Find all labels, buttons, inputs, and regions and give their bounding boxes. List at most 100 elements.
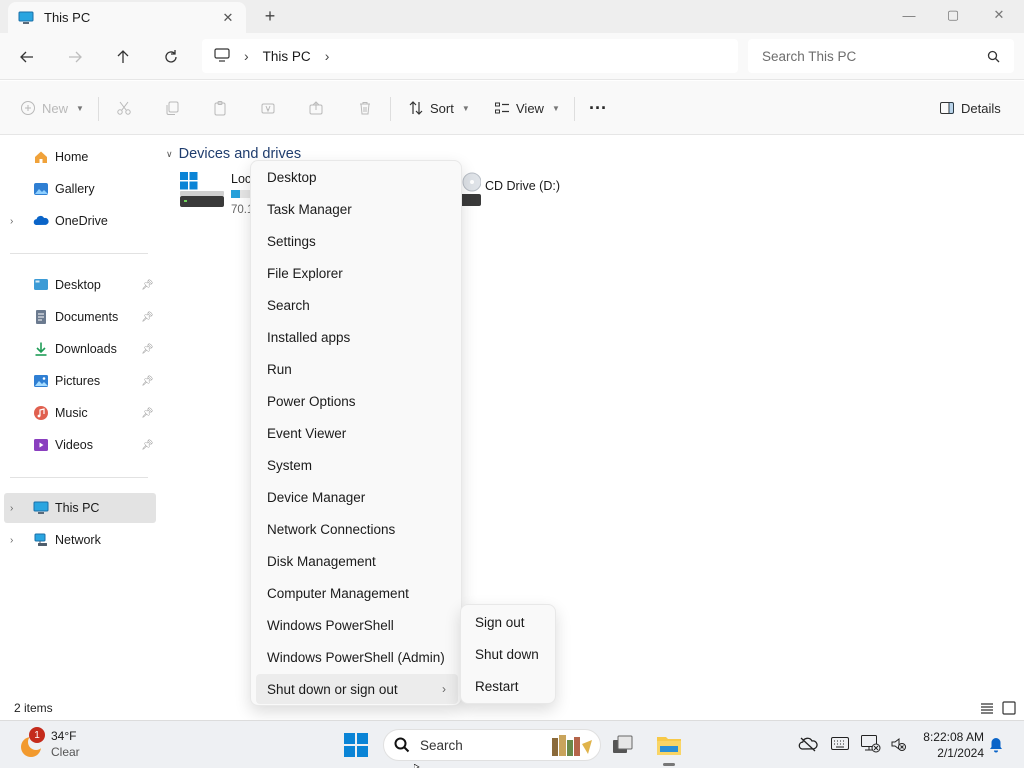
menu-item-installed-apps[interactable]: Installed apps: [256, 322, 458, 352]
tab-this-pc[interactable]: This PC ✕: [8, 2, 246, 33]
pin-icon[interactable]: 📌︎: [141, 376, 154, 387]
divider: [574, 97, 575, 121]
music-icon: [33, 405, 49, 421]
menu-item-windows-powershell-admin[interactable]: Windows PowerShell (Admin): [256, 642, 458, 672]
search-input[interactable]: Search This PC: [762, 49, 987, 64]
details-button[interactable]: Details: [939, 95, 1001, 121]
books-highlight-icon: [550, 732, 594, 761]
paste-button[interactable]: [212, 95, 228, 121]
menu-item-windows-powershell[interactable]: Windows PowerShell: [256, 610, 458, 640]
pin-icon[interactable]: 📌︎: [141, 280, 154, 291]
drive-local-disk[interactable]: Loc 70.1: [178, 170, 258, 218]
expand-chevron-icon[interactable]: ›: [10, 535, 22, 546]
sidebar-item-onedrive[interactable]: › OneDrive: [0, 206, 156, 236]
start-button[interactable]: [344, 733, 368, 760]
menu-item-shut-down[interactable]: Shut down: [466, 640, 552, 668]
menu-item-device-manager[interactable]: Device Manager: [256, 482, 458, 512]
menu-item-search[interactable]: Search: [256, 290, 458, 320]
breadcrumb-this-pc[interactable]: This PC: [263, 49, 311, 64]
menu-item-file-explorer[interactable]: File Explorer: [256, 258, 458, 288]
expand-chevron-icon[interactable]: ›: [10, 503, 22, 514]
sidebar-item-pictures[interactable]: Pictures 📌︎: [0, 366, 156, 396]
gallery-icon: [33, 181, 49, 197]
chevron-down-icon: ▼: [76, 103, 84, 113]
address-bar[interactable]: › This PC ›: [202, 39, 738, 73]
minimize-button[interactable]: —: [886, 0, 932, 30]
sidebar-item-documents[interactable]: Documents 📌︎: [0, 302, 156, 332]
expand-chevron-icon[interactable]: ›: [10, 216, 22, 227]
sidebar-item-videos[interactable]: Videos 📌︎: [0, 430, 156, 460]
weather-temp: 34°F: [51, 729, 77, 743]
forward-button[interactable]: [61, 43, 89, 71]
weather-widget[interactable]: 1 34°F Clear: [14, 727, 94, 763]
sort-button[interactable]: Sort ▼: [408, 95, 470, 121]
menu-item-desktop[interactable]: Desktop: [256, 162, 458, 192]
close-window-button[interactable]: ✕: [976, 0, 1022, 30]
maximize-button[interactable]: ▢: [930, 0, 976, 30]
rename-icon: [261, 103, 275, 114]
search-icon: [987, 50, 1000, 62]
breadcrumb-chevron-icon[interactable]: ›: [325, 48, 330, 64]
menu-item-run[interactable]: Run: [256, 354, 458, 384]
sort-icon: [409, 101, 423, 115]
menu-item-system[interactable]: System: [256, 450, 458, 480]
cd-drive-icon: [459, 172, 482, 209]
sidebar-item-gallery[interactable]: Gallery: [0, 174, 156, 204]
menu-item-restart[interactable]: Restart: [466, 672, 552, 700]
pin-icon[interactable]: 📌︎: [141, 408, 154, 419]
large-icons-view-icon[interactable]: [1002, 701, 1016, 718]
taskbar-search[interactable]: Search: [383, 729, 601, 761]
sidebar-item-home[interactable]: Home: [0, 142, 156, 172]
scissors-icon: [117, 101, 131, 115]
sidebar-item-network[interactable]: › Network: [0, 525, 156, 555]
sidebar-item-music[interactable]: Music 📌︎: [0, 398, 156, 428]
menu-item-sign-out[interactable]: Sign out: [466, 608, 552, 636]
mouse-cursor-icon: [413, 760, 422, 768]
pin-icon[interactable]: 📌︎: [141, 344, 154, 355]
details-view-icon[interactable]: [980, 702, 994, 717]
task-view-icon[interactable]: [612, 735, 634, 758]
divider: [390, 97, 391, 121]
rename-button[interactable]: [260, 95, 276, 121]
volume-muted-icon[interactable]: [890, 736, 906, 755]
notification-bell-icon[interactable]: [989, 737, 1003, 756]
menu-item-settings[interactable]: Settings: [256, 226, 458, 256]
menu-item-disk-management[interactable]: Disk Management: [256, 546, 458, 576]
pin-icon[interactable]: 📌︎: [141, 440, 154, 451]
up-button[interactable]: [109, 43, 137, 71]
keyboard-icon[interactable]: [831, 737, 849, 753]
onedrive-offline-icon[interactable]: [798, 736, 818, 755]
cut-button[interactable]: [116, 95, 132, 121]
share-button[interactable]: [308, 95, 324, 121]
menu-item-computer-management[interactable]: Computer Management: [256, 578, 458, 608]
windows-logo-icon: [344, 733, 368, 757]
taskbar-clock[interactable]: 8:22:08 AM 2/1/2024: [912, 729, 984, 761]
copy-button[interactable]: [164, 95, 180, 121]
clock-time: 8:22:08 AM: [923, 730, 984, 744]
menu-item-task-manager[interactable]: Task Manager: [256, 194, 458, 224]
sidebar-item-downloads[interactable]: Downloads 📌︎: [0, 334, 156, 364]
back-button[interactable]: [13, 43, 41, 71]
new-button[interactable]: New ▼: [20, 95, 84, 121]
chevron-down-icon: ▼: [551, 103, 560, 113]
network-status-icon[interactable]: [861, 735, 881, 756]
file-explorer-taskbar-icon[interactable]: [656, 733, 682, 760]
sidebar-item-desktop[interactable]: Desktop 📌︎: [0, 270, 156, 300]
pictures-icon: [33, 373, 49, 389]
search-box[interactable]: Search This PC: [748, 39, 1014, 73]
refresh-button[interactable]: [157, 43, 185, 71]
new-tab-button[interactable]: +: [258, 5, 282, 27]
videos-icon: [33, 437, 49, 453]
sidebar-item-this-pc[interactable]: › This PC: [4, 493, 156, 523]
tab-close-icon[interactable]: ✕: [220, 10, 236, 26]
breadcrumb-chevron-icon: ›: [244, 48, 249, 64]
menu-item-event-viewer[interactable]: Event Viewer: [256, 418, 458, 448]
delete-button[interactable]: [357, 95, 373, 121]
menu-item-network-connections[interactable]: Network Connections: [256, 514, 458, 544]
view-button[interactable]: View ▼: [494, 95, 560, 121]
collapse-chevron-icon[interactable]: ∨: [166, 149, 173, 160]
drive-cd[interactable]: CD Drive (D:): [455, 172, 575, 208]
menu-item-power-options[interactable]: Power Options: [256, 386, 458, 416]
pin-icon[interactable]: 📌︎: [141, 312, 154, 323]
more-options-button[interactable]: ···: [589, 95, 607, 121]
